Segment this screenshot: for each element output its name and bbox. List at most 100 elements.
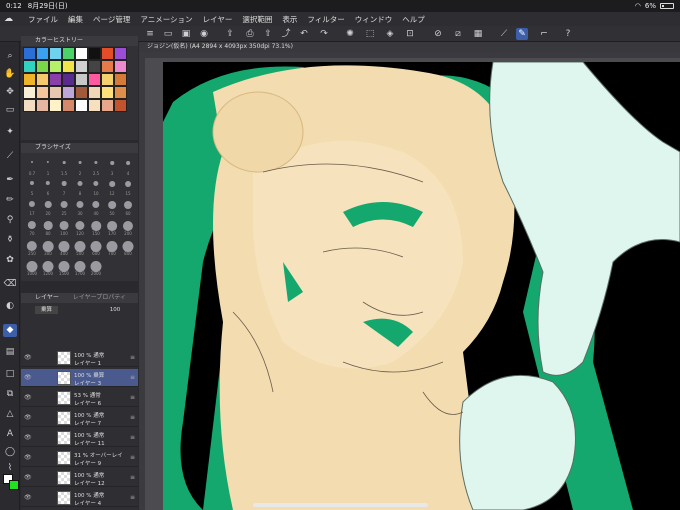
eye-icon[interactable]: 👁	[24, 454, 32, 462]
layer-menu-icon[interactable]: ≡	[130, 414, 135, 422]
color-swatch[interactable]	[88, 47, 101, 60]
eyedropper-icon[interactable]: ⟋	[3, 150, 17, 163]
eraser-icon[interactable]: ⌫	[3, 278, 17, 291]
sub-color[interactable]	[9, 480, 19, 490]
color-swatch[interactable]	[101, 99, 114, 112]
eye-icon[interactable]: 👁	[24, 354, 32, 362]
deselect-icon[interactable]: ⊘	[432, 28, 444, 40]
hand-icon[interactable]: ✋	[3, 68, 17, 81]
layer-row[interactable]: 👁 100 % 通常 レイヤー 7 ≡	[21, 409, 138, 427]
layer-menu-icon[interactable]: ≡	[130, 434, 135, 442]
decoration-icon[interactable]: ✿	[3, 254, 17, 267]
layer-menu-icon[interactable]: ≡	[130, 474, 135, 482]
color-swatch[interactable]	[49, 47, 62, 60]
color-swatch[interactable]	[62, 47, 75, 60]
canvas-tab[interactable]: ジョジン(仮名) (A4 2894 x 4093px 350dpi 73.1%)	[139, 42, 680, 52]
layer-row[interactable]: 👁 100 % 通常 レイヤー 4 ≡	[21, 489, 138, 507]
canvas-area[interactable]	[139, 52, 680, 510]
brush-size-option[interactable]: 25	[57, 197, 71, 216]
brush-size-option[interactable]: 250	[25, 237, 39, 256]
menu-view[interactable]: 表示	[282, 14, 297, 25]
brush-size-option[interactable]: 600	[89, 237, 103, 256]
export-icon[interactable]: ⇪	[224, 28, 236, 40]
export-image-icon[interactable]: ⇧	[262, 28, 274, 40]
color-swatch[interactable]	[75, 60, 88, 73]
figure-icon[interactable]: □	[3, 368, 17, 381]
brush-size-option[interactable]: 150	[89, 217, 103, 236]
eye-icon[interactable]: 👁	[24, 474, 32, 482]
eye-icon[interactable]: 👁	[24, 394, 32, 402]
clear-icon[interactable]: ✺	[344, 28, 356, 40]
magic-wand-icon[interactable]: ✦	[3, 126, 17, 139]
layer-row[interactable]: 👁 31 % オーバーレイ レイヤー 9 ≡	[21, 449, 138, 467]
brush-size-option[interactable]: 1000	[25, 257, 39, 276]
menu-selection[interactable]: 選択範囲	[242, 14, 272, 25]
brush-size-option[interactable]: 400	[57, 237, 71, 256]
color-swatch[interactable]	[23, 60, 36, 73]
invert-selection-icon[interactable]: ⧄	[452, 28, 464, 40]
brush-size-option[interactable]: 120	[73, 217, 87, 236]
fill-bucket-icon[interactable]: ◆	[3, 324, 17, 337]
new-file-icon[interactable]: ▭	[162, 28, 174, 40]
app-logo-icon[interactable]: ☁	[4, 14, 18, 24]
layer-row[interactable]: 👁 100 % 通常 レイヤー 12 ≡	[21, 469, 138, 487]
ruler-tool-icon[interactable]: △	[3, 408, 17, 421]
frame-icon[interactable]: ⧉	[3, 388, 17, 401]
color-swatch[interactable]	[114, 86, 127, 99]
color-swatch[interactable]	[75, 99, 88, 112]
layer-menu-icon[interactable]: ≡	[130, 394, 135, 402]
menu-edit[interactable]: 編集	[68, 14, 83, 25]
color-swatch[interactable]	[75, 73, 88, 86]
eye-icon[interactable]: 👁	[24, 374, 32, 382]
layer-menu-icon[interactable]: ≡	[130, 454, 135, 462]
color-swatch[interactable]	[36, 99, 49, 112]
fill-icon[interactable]: ◈	[384, 28, 396, 40]
brush-size-option[interactable]: 2.5	[89, 157, 103, 176]
ruler-icon[interactable]: ⌐	[538, 28, 550, 40]
color-swatch[interactable]	[36, 47, 49, 60]
layer-row[interactable]: 👁 100 % 通常 レイヤー 1 ≡	[21, 349, 138, 367]
color-swatch[interactable]	[36, 60, 49, 73]
color-swatch[interactable]	[88, 99, 101, 112]
brush-size-option[interactable]: 0.7	[25, 157, 39, 176]
transform-icon[interactable]: ⬚	[364, 28, 376, 40]
text-icon[interactable]: A	[3, 428, 17, 441]
brush-size-option[interactable]: 6	[41, 177, 55, 196]
color-swatch[interactable]	[23, 73, 36, 86]
airbrush-icon[interactable]: ⚱	[3, 234, 17, 247]
brush-size-option[interactable]: 800	[121, 237, 135, 256]
brush-size-option[interactable]: 170	[105, 217, 119, 236]
menu-layer[interactable]: レイヤー	[203, 14, 233, 25]
brush-size-option[interactable]: 80	[41, 217, 55, 236]
brush-size-option[interactable]: 1700	[73, 257, 87, 276]
pencil-icon[interactable]: ✏	[3, 194, 17, 207]
color-swatch[interactable]	[62, 86, 75, 99]
brush-size-option[interactable]: 300	[41, 237, 55, 256]
brush-icon[interactable]: ⚲	[3, 214, 17, 227]
color-swatch[interactable]	[88, 86, 101, 99]
hamburger-icon[interactable]: ≡	[144, 28, 156, 40]
brush-size-option[interactable]: 200	[121, 217, 135, 236]
color-swatch[interactable]	[49, 99, 62, 112]
layer-menu-icon[interactable]: ≡	[130, 494, 135, 502]
blend-mode-select[interactable]: 乗算	[35, 306, 59, 314]
brush-size-option[interactable]: 10	[89, 177, 103, 196]
brush-size-option[interactable]: 8	[73, 177, 87, 196]
zoom-icon[interactable]: ⌕	[3, 50, 17, 63]
layer-row[interactable]: 👁 53 % 通常 レイヤー 6 ≡	[21, 389, 138, 407]
gradient-icon[interactable]: ▤	[3, 346, 17, 359]
brush-size-option[interactable]: 500	[73, 237, 87, 256]
layer-menu-icon[interactable]: ≡	[130, 354, 135, 362]
brush-size-option[interactable]: 60	[121, 197, 135, 216]
save-icon[interactable]: ◉	[198, 28, 210, 40]
move-icon[interactable]: ✥	[3, 86, 17, 99]
color-swatch[interactable]	[114, 60, 127, 73]
marquee-icon[interactable]: ▭	[3, 104, 17, 117]
color-swatch[interactable]	[36, 86, 49, 99]
artwork-canvas[interactable]	[163, 62, 680, 510]
color-swatch[interactable]	[88, 73, 101, 86]
ruler-snap-icon[interactable]: ⟋	[498, 28, 510, 40]
color-swatch[interactable]	[49, 73, 62, 86]
color-swatch[interactable]	[62, 99, 75, 112]
brush-size-option[interactable]: 700	[105, 237, 119, 256]
